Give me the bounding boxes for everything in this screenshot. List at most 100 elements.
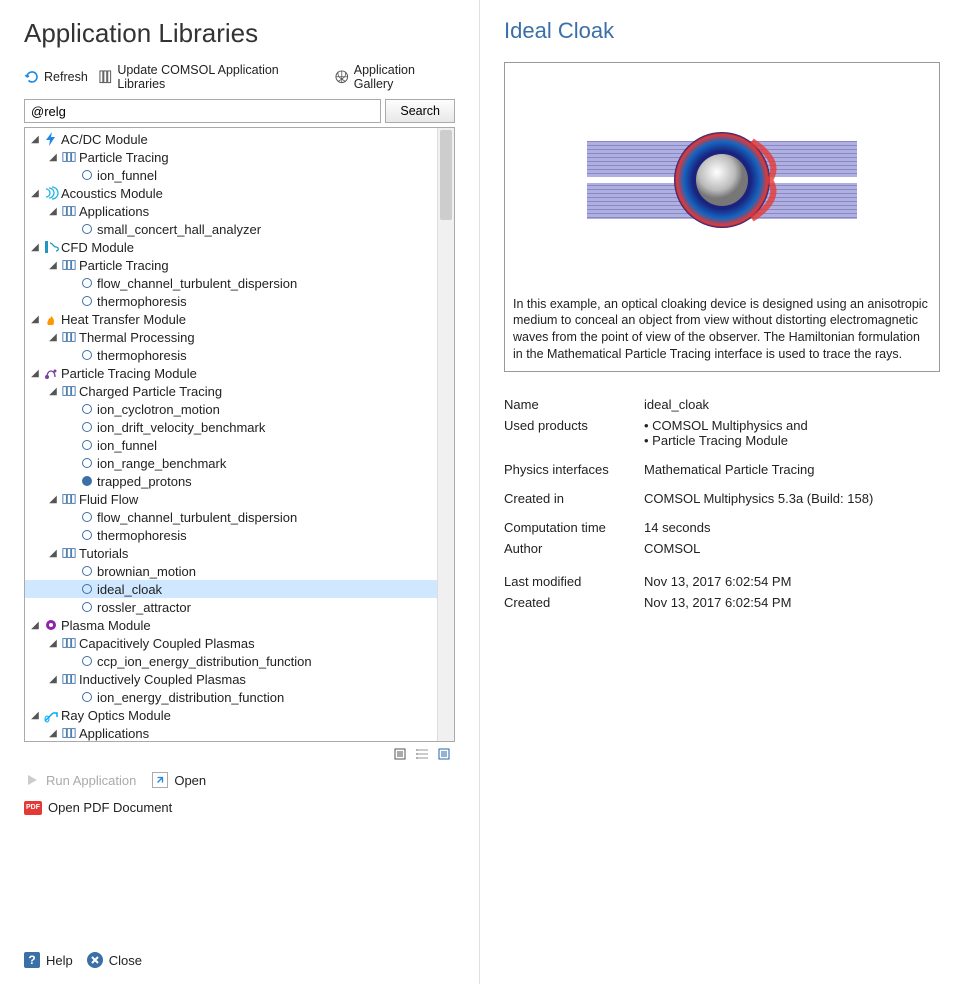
tree-item[interactable]: thermophoresis <box>25 346 437 364</box>
tree-tool-icon-3[interactable] <box>437 746 453 762</box>
folder-icon <box>61 725 77 741</box>
folder-icon <box>61 257 77 273</box>
module-icon <box>43 617 59 633</box>
folder-icon <box>61 149 77 165</box>
expand-icon[interactable]: ◢ <box>47 152 59 163</box>
module-icon <box>43 131 59 147</box>
expand-icon[interactable]: ◢ <box>47 548 59 559</box>
tree-node[interactable]: ◢Applications <box>25 724 437 741</box>
tree-node[interactable]: ◢Ray Optics Module <box>25 706 437 724</box>
help-button[interactable]: ? Help <box>24 952 73 968</box>
tree-item[interactable]: ion_funnel <box>25 436 437 454</box>
gallery-link[interactable]: Application Gallery <box>334 63 455 91</box>
expand-icon[interactable]: ◢ <box>47 728 59 739</box>
library-tree[interactable]: ◢AC/DC Module◢Particle Tracingion_funnel… <box>25 128 437 741</box>
tree-item[interactable]: ion_drift_velocity_benchmark <box>25 418 437 436</box>
tree-node[interactable]: ◢Particle Tracing Module <box>25 364 437 382</box>
expand-icon[interactable]: ◢ <box>47 332 59 343</box>
model-dot-icon <box>79 563 95 579</box>
tree-scrollbar[interactable] <box>437 128 454 741</box>
expand-icon[interactable]: ◢ <box>29 134 41 145</box>
model-dot-icon <box>79 275 95 291</box>
expand-icon[interactable]: ◢ <box>29 368 41 379</box>
tree-item[interactable]: flow_channel_turbulent_dispersion <box>25 508 437 526</box>
model-dot-icon <box>79 653 95 669</box>
tree-node[interactable]: ◢ Inductively Coupled Plasmas <box>25 670 437 688</box>
info-value: COMSOL <box>644 541 940 556</box>
expand-icon[interactable]: ◢ <box>29 242 41 253</box>
folder-icon <box>61 491 77 507</box>
expand-icon[interactable]: ◢ <box>47 494 59 505</box>
expand-icon[interactable]: ◢ <box>47 386 59 397</box>
tree-item[interactable]: ion_range_benchmark <box>25 454 437 472</box>
module-icon <box>43 311 59 327</box>
tree-item[interactable]: ccp_ion_energy_distribution_function <box>25 652 437 670</box>
update-libs-link[interactable]: Update COMSOL Application Libraries <box>98 63 324 91</box>
model-dot-icon <box>79 221 95 237</box>
tree-item[interactable]: thermophoresis <box>25 526 437 544</box>
tree-node[interactable]: ◢ Capacitively Coupled Plasmas <box>25 634 437 652</box>
model-dot-icon <box>79 437 95 453</box>
module-icon <box>43 707 59 723</box>
tree-item[interactable]: ideal_cloak <box>25 580 437 598</box>
tree-label: Fluid Flow <box>79 492 138 507</box>
expand-icon[interactable]: ◢ <box>47 260 59 271</box>
tree-label: ion_range_benchmark <box>97 456 226 471</box>
tree-item[interactable]: brownian_motion <box>25 562 437 580</box>
tree-item[interactable]: small_concert_hall_analyzer <box>25 220 437 238</box>
info-row: AuthorCOMSOL <box>504 538 940 559</box>
tree-label: ion_funnel <box>97 168 157 183</box>
tree-label: ion_cyclotron_motion <box>97 402 220 417</box>
tree-node[interactable]: ◢Applications <box>25 202 437 220</box>
tree-item[interactable]: ion_cyclotron_motion <box>25 400 437 418</box>
tree-node[interactable]: ◢ Acoustics Module <box>25 184 437 202</box>
tree-item[interactable]: ion_energy_distribution_function <box>25 688 437 706</box>
tree-tool-icon-2[interactable] <box>415 746 431 762</box>
tree-label: Capacitively Coupled Plasmas <box>79 636 255 651</box>
library-icon <box>98 69 114 85</box>
close-icon <box>87 952 103 968</box>
expand-icon[interactable]: ◢ <box>29 188 41 199</box>
tree-node[interactable]: ◢CFD Module <box>25 238 437 256</box>
tree-item[interactable]: thermophoresis <box>25 292 437 310</box>
info-label: Name <box>504 397 644 412</box>
tree-node[interactable]: ◢AC/DC Module <box>25 130 437 148</box>
tree-item[interactable]: flow_channel_turbulent_dispersion <box>25 274 437 292</box>
tree-item[interactable]: rossler_attractor <box>25 598 437 616</box>
folder-icon <box>61 383 77 399</box>
tree-node[interactable]: ◢Thermal Processing <box>25 328 437 346</box>
model-dot-icon <box>79 473 95 489</box>
expand-icon[interactable]: ◢ <box>47 674 59 685</box>
expand-icon[interactable]: ◢ <box>29 710 41 721</box>
tree-node[interactable]: ◢Particle Tracing <box>25 148 437 166</box>
info-label: Physics interfaces <box>504 462 644 477</box>
tree-label: Inductively Coupled Plasmas <box>79 672 246 687</box>
open-pdf-button[interactable]: PDF Open PDF Document <box>24 800 172 815</box>
tree-item[interactable]: ion_funnel <box>25 166 437 184</box>
model-dot-icon <box>79 509 95 525</box>
model-dot-icon <box>79 347 95 363</box>
tree-node[interactable]: ◢ Tutorials <box>25 544 437 562</box>
expand-icon[interactable]: ◢ <box>47 638 59 649</box>
expand-icon[interactable]: ◢ <box>29 620 41 631</box>
info-row: Computation time14 seconds <box>504 517 940 538</box>
refresh-link[interactable]: Refresh <box>24 69 88 85</box>
tree-node[interactable]: ◢Particle Tracing <box>25 256 437 274</box>
expand-icon[interactable]: ◢ <box>29 314 41 325</box>
info-row: Physics interfacesMathematical Particle … <box>504 459 940 480</box>
tree-label: Acoustics Module <box>61 186 163 201</box>
scroll-thumb[interactable] <box>440 130 452 220</box>
close-button[interactable]: Close <box>87 952 142 968</box>
tree-node[interactable]: ◢ Fluid Flow <box>25 490 437 508</box>
search-button[interactable]: Search <box>385 99 455 123</box>
pdf-icon: PDF <box>24 801 42 815</box>
tree-label: Tutorials <box>79 546 128 561</box>
tree-node[interactable]: ◢Plasma Module <box>25 616 437 634</box>
search-input[interactable] <box>24 99 381 123</box>
tree-item[interactable]: trapped_protons <box>25 472 437 490</box>
tree-node[interactable]: ◢Charged Particle Tracing <box>25 382 437 400</box>
tree-tool-icon-1[interactable] <box>393 746 409 762</box>
expand-icon[interactable]: ◢ <box>47 206 59 217</box>
open-button[interactable]: Open <box>152 772 206 788</box>
tree-node[interactable]: ◢Heat Transfer Module <box>25 310 437 328</box>
